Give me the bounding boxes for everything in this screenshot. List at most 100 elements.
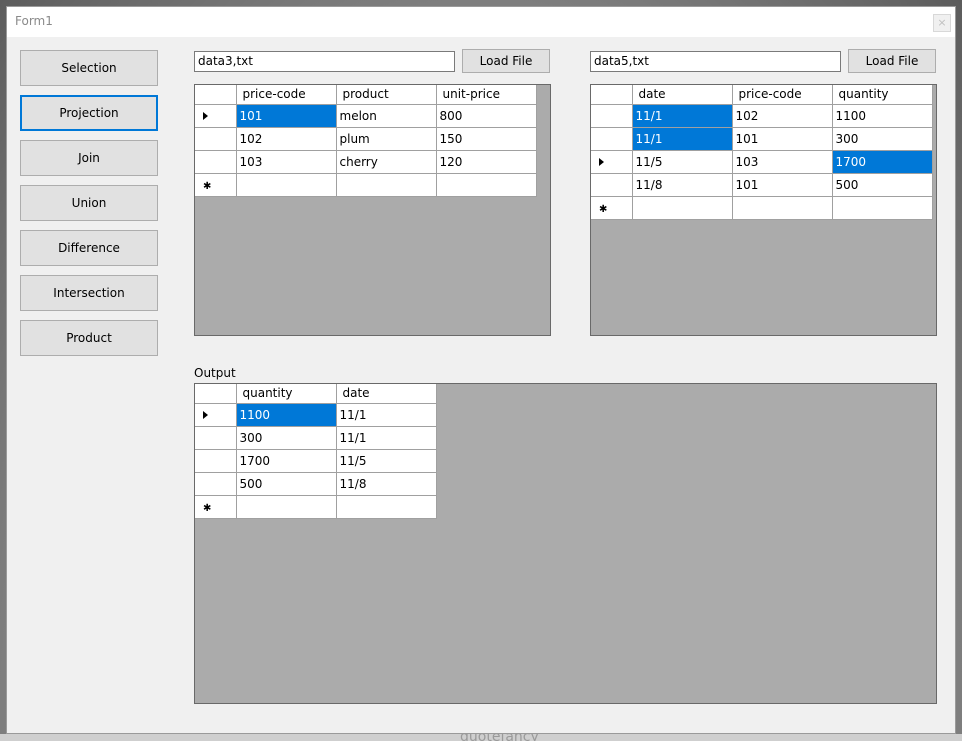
row-header[interactable] [195, 150, 237, 174]
table-cell[interactable]: 500 [832, 173, 933, 197]
table-cell[interactable]: 102 [732, 104, 833, 128]
row-header[interactable] [591, 150, 633, 174]
row-header[interactable] [591, 127, 633, 151]
table-cell[interactable]: cherry [336, 150, 437, 174]
table-cell[interactable]: 11/1 [632, 127, 733, 151]
column-header[interactable]: date [632, 85, 733, 105]
table-cell[interactable] [632, 196, 733, 220]
table-cell[interactable]: 300 [236, 426, 337, 450]
grid-corner-header [195, 85, 237, 105]
table-cell[interactable]: 800 [436, 104, 537, 128]
grid-corner-header [591, 85, 633, 105]
difference-button[interactable]: Difference [20, 230, 158, 266]
intersection-button[interactable]: Intersection [20, 275, 158, 311]
table-row: 300 11/1 [195, 426, 437, 450]
left-load-file-button[interactable]: Load File [462, 49, 550, 73]
table-cell[interactable] [732, 196, 833, 220]
table-cell[interactable]: 1100 [236, 403, 337, 427]
left-data-grid[interactable]: price-code product unit-price 101 melon … [194, 84, 551, 336]
table-row: 500 11/8 [195, 472, 437, 496]
column-header[interactable]: price-code [236, 85, 337, 105]
table-cell[interactable]: 11/1 [632, 104, 733, 128]
column-header[interactable]: price-code [732, 85, 833, 105]
new-row: ✱ [195, 495, 437, 519]
column-header[interactable]: product [336, 85, 437, 105]
table-cell[interactable]: 1100 [832, 104, 933, 128]
column-header[interactable]: unit-price [436, 85, 537, 105]
main-window: Form1 × Selection Projection Join Union … [6, 6, 956, 734]
table-row: 1700 11/5 [195, 449, 437, 473]
table-row: 103 cherry 120 [195, 150, 537, 174]
title-bar[interactable]: Form1 × [7, 7, 955, 37]
table-row: 11/5 103 1700 [591, 150, 933, 174]
table-cell[interactable] [236, 495, 337, 519]
table-cell[interactable] [336, 495, 437, 519]
table-cell[interactable] [832, 196, 933, 220]
new-row: ✱ [591, 196, 933, 220]
row-header[interactable] [195, 426, 237, 450]
table-cell[interactable]: 120 [436, 150, 537, 174]
table-cell[interactable]: melon [336, 104, 437, 128]
row-header[interactable] [591, 104, 633, 128]
table-row: 1100 11/1 [195, 403, 437, 427]
right-file-input[interactable]: data5,txt [590, 51, 841, 72]
column-header[interactable]: quantity [236, 384, 337, 404]
left-file-input[interactable]: data3,txt [194, 51, 455, 72]
table-cell[interactable]: 11/1 [336, 426, 437, 450]
row-header[interactable]: ✱ [591, 196, 633, 220]
table-row: 101 melon 800 [195, 104, 537, 128]
row-header[interactable]: ✱ [195, 173, 237, 197]
table-row: 102 plum 150 [195, 127, 537, 151]
row-header[interactable] [195, 403, 237, 427]
row-header[interactable] [195, 449, 237, 473]
row-header[interactable] [195, 104, 237, 128]
table-cell[interactable]: 150 [436, 127, 537, 151]
table-cell[interactable]: 11/8 [632, 173, 733, 197]
union-button[interactable]: Union [20, 185, 158, 221]
table-cell[interactable]: 11/1 [336, 403, 437, 427]
table-row: 11/1 101 300 [591, 127, 933, 151]
current-row-arrow-icon [599, 158, 604, 166]
table-cell[interactable]: 101 [732, 127, 833, 151]
table-cell[interactable]: 1700 [832, 150, 933, 174]
new-row-star-icon: ✱ [599, 203, 608, 215]
table-cell[interactable]: plum [336, 127, 437, 151]
table-cell[interactable]: 1700 [236, 449, 337, 473]
row-header[interactable] [195, 472, 237, 496]
column-header[interactable]: date [336, 384, 437, 404]
table-row: 11/8 101 500 [591, 173, 933, 197]
table-cell[interactable]: 11/5 [632, 150, 733, 174]
product-button[interactable]: Product [20, 320, 158, 356]
projection-button[interactable]: Projection [20, 95, 158, 131]
output-data-grid[interactable]: quantity date 1100 11/1 300 11/1 1700 11… [194, 383, 937, 704]
join-button[interactable]: Join [20, 140, 158, 176]
close-button[interactable]: × [933, 14, 951, 32]
table-cell[interactable]: 11/8 [336, 472, 437, 496]
table-cell[interactable]: 103 [732, 150, 833, 174]
table-cell[interactable]: 300 [832, 127, 933, 151]
grid-corner-header [195, 384, 237, 404]
table-cell[interactable] [336, 173, 437, 197]
table-cell[interactable] [436, 173, 537, 197]
table-cell[interactable]: 500 [236, 472, 337, 496]
table-row: 11/1 102 1100 [591, 104, 933, 128]
column-header[interactable]: quantity [832, 85, 933, 105]
current-row-arrow-icon [203, 411, 208, 419]
selection-button[interactable]: Selection [20, 50, 158, 86]
table-cell[interactable]: 101 [236, 104, 337, 128]
new-row-star-icon: ✱ [203, 502, 212, 514]
window-title: Form1 [15, 14, 53, 28]
right-load-file-button[interactable]: Load File [848, 49, 936, 73]
table-cell[interactable]: 11/5 [336, 449, 437, 473]
output-label: Output [194, 366, 236, 380]
new-row-star-icon: ✱ [203, 180, 212, 192]
row-header[interactable] [591, 173, 633, 197]
table-cell[interactable] [236, 173, 337, 197]
current-row-arrow-icon [203, 112, 208, 120]
row-header[interactable]: ✱ [195, 495, 237, 519]
row-header[interactable] [195, 127, 237, 151]
table-cell[interactable]: 101 [732, 173, 833, 197]
right-data-grid[interactable]: date price-code quantity 11/1 102 1100 1… [590, 84, 937, 336]
table-cell[interactable]: 103 [236, 150, 337, 174]
table-cell[interactable]: 102 [236, 127, 337, 151]
